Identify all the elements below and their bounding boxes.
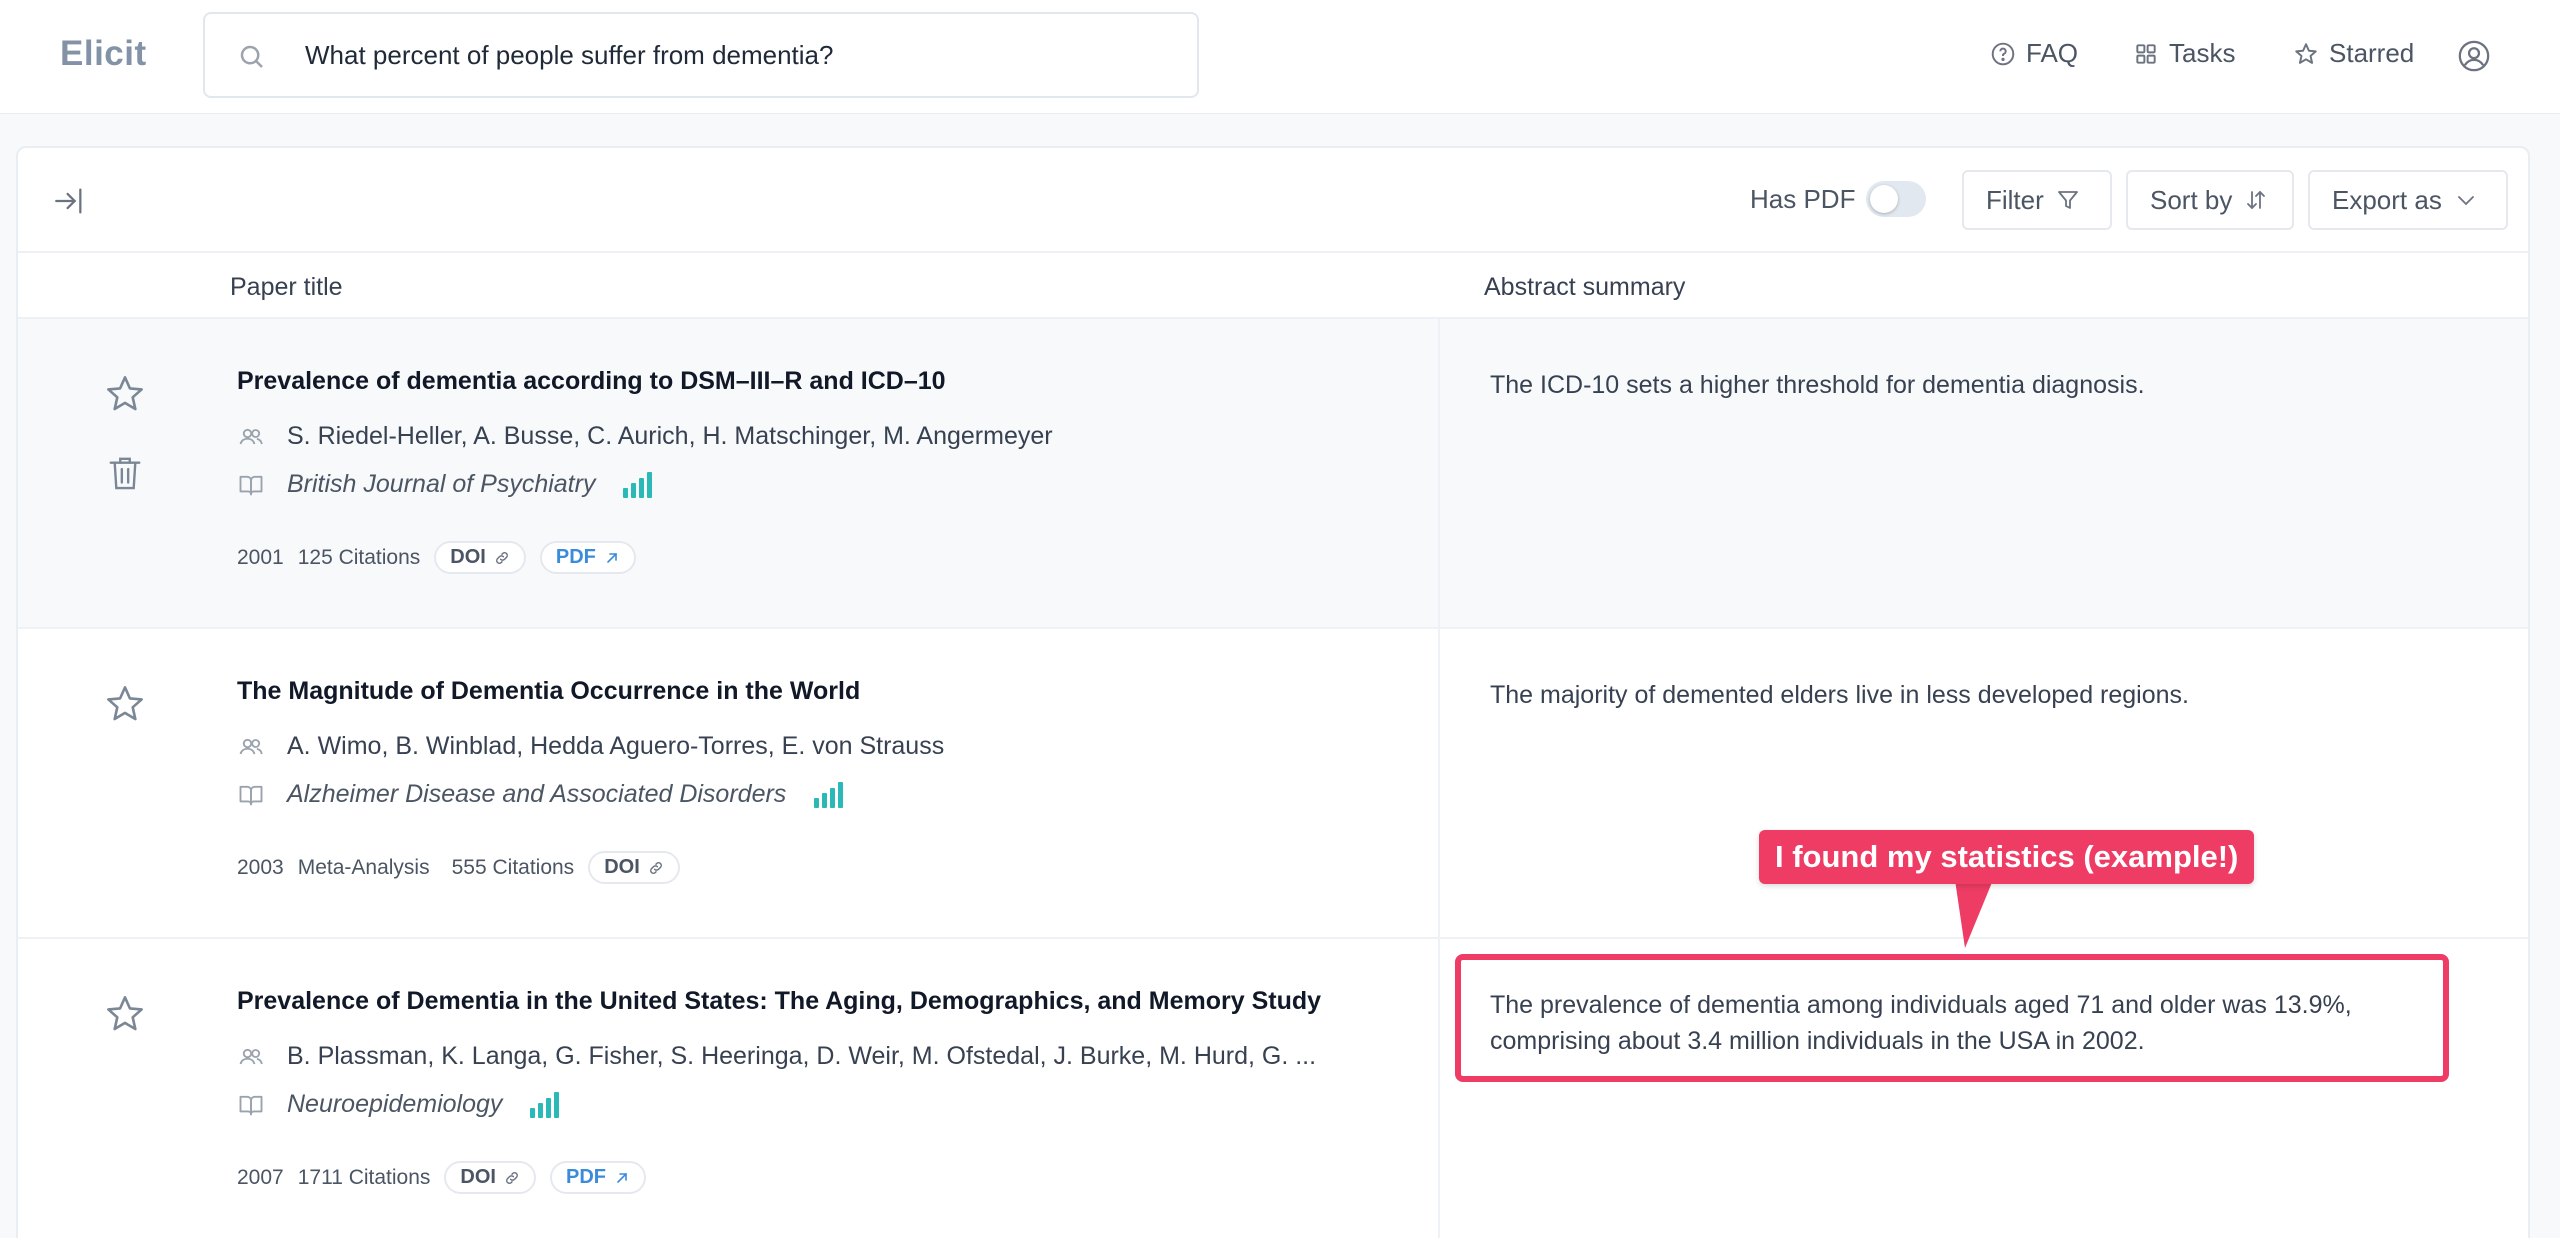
link-icon: [506, 1171, 518, 1184]
paper-title[interactable]: Prevalence of Dementia in the United Sta…: [237, 987, 1321, 1016]
column-header-abstract[interactable]: Abstract summary: [1484, 273, 1685, 302]
nav-tasks[interactable]: Tasks: [2133, 38, 2235, 69]
book-icon: [239, 1095, 263, 1115]
has-pdf-label: Has PDF: [1750, 184, 1856, 214]
journal-quality-icon: [814, 781, 844, 808]
sort-arrows-icon: [2247, 190, 2266, 210]
app-logo[interactable]: Elicit: [60, 34, 147, 74]
top-bar: Elicit What percent of people suffer fro…: [0, 0, 2560, 114]
paper-title[interactable]: Prevalence of dementia according to DSM–…: [237, 367, 946, 396]
paper-study-type: Meta-Analysis: [297, 855, 430, 879]
paper-authors: B. Plassman, K. Langa, G. Fisher, S. Hee…: [237, 1042, 1316, 1071]
star-icon: [2295, 42, 2317, 64]
filter-button[interactable]: Filter: [1962, 170, 2112, 230]
paper-authors-text: A. Wimo, B. Winblad, Hedda Aguero-Torres…: [287, 732, 945, 760]
nav-tasks-label: Tasks: [2169, 38, 2236, 68]
nav-faq-label: FAQ: [2026, 38, 2079, 68]
nav-starred[interactable]: Starred: [2293, 38, 2414, 69]
book-icon: [239, 475, 263, 495]
paper-journal-name: British Journal of Psychiatry: [287, 470, 596, 498]
star-icon[interactable]: [104, 993, 146, 1035]
star-icon[interactable]: [104, 683, 146, 725]
has-pdf-toggle[interactable]: [1866, 181, 1926, 217]
users-icon: [239, 1048, 263, 1064]
paper-journal: British Journal of Psychiatry: [237, 470, 653, 499]
table-row[interactable]: The Magnitude of Dementia Occurrence in …: [18, 629, 2528, 939]
doi-link[interactable]: DOI: [434, 541, 526, 574]
paper-authors-text: B. Plassman, K. Langa, G. Fisher, S. Hee…: [287, 1042, 1317, 1070]
column-divider: [1438, 319, 1440, 627]
journal-quality-icon: [530, 1091, 560, 1118]
column-header-title[interactable]: Paper title: [230, 273, 343, 302]
table-row[interactable]: Prevalence of dementia according to DSM–…: [18, 319, 2528, 629]
column-headers: Paper title Abstract summary: [18, 253, 2528, 319]
help-circle-icon: [1991, 42, 2015, 65]
pdf-label: PDF: [555, 546, 596, 568]
paper-year: 2007: [237, 1165, 284, 1189]
star-icon[interactable]: [104, 373, 146, 415]
paper-citations: 125 Citations: [297, 545, 421, 569]
paper-authors: A. Wimo, B. Winblad, Hedda Aguero-Torres…: [237, 732, 944, 761]
abstract-summary: The majority of demented elders live in …: [1490, 681, 2189, 709]
annotation-callout: I found my statistics (example!): [1759, 830, 2255, 884]
doi-link[interactable]: DOI: [588, 851, 680, 884]
abstract-summary: The ICD-10 sets a higher threshold for d…: [1490, 371, 2145, 399]
paper-journal: Neuroepidemiology: [237, 1090, 560, 1119]
paper-citations: 1711 Citations: [297, 1165, 431, 1189]
sort-label: Sort by: [2150, 184, 2233, 215]
nav-starred-label: Starred: [2329, 38, 2415, 68]
doi-label: DOI: [604, 856, 640, 878]
users-icon: [239, 738, 263, 754]
book-icon: [239, 785, 263, 805]
paper-title[interactable]: The Magnitude of Dementia Occurrence in …: [237, 677, 860, 706]
callout-pointer: [1955, 880, 1993, 948]
paper-citations: 555 Citations: [451, 855, 575, 879]
paper-authors-text: S. Riedel-Heller, A. Busse, C. Aurich, H…: [287, 422, 1053, 450]
filter-label: Filter: [1986, 184, 2044, 215]
journal-quality-icon: [623, 471, 653, 498]
pdf-label: PDF: [565, 1166, 606, 1188]
column-divider: [1438, 939, 1440, 1238]
external-arrow-icon: [617, 1172, 627, 1183]
paper-meta: 2007 1711 Citations DOI PDF: [237, 1161, 646, 1194]
trash-icon[interactable]: [106, 453, 144, 493]
external-arrow-icon: [607, 552, 617, 563]
account-icon[interactable]: [2457, 39, 2491, 73]
table-row[interactable]: Prevalence of Dementia in the United Sta…: [18, 939, 2528, 1238]
paper-meta: 2003 Meta-Analysis 555 Citations DOI: [237, 851, 680, 884]
link-icon: [495, 551, 508, 564]
doi-link[interactable]: DOI: [444, 1161, 536, 1194]
export-button[interactable]: Export as: [2308, 170, 2508, 230]
paper-journal: Alzheimer Disease and Associated Disorde…: [237, 780, 844, 809]
nav-faq[interactable]: FAQ: [1990, 38, 2078, 69]
filter-icon: [2057, 191, 2078, 209]
export-label: Export as: [2332, 184, 2442, 215]
collapse-sidebar-icon[interactable]: [52, 184, 86, 218]
search-icon: [240, 45, 263, 68]
pdf-link[interactable]: PDF: [549, 1161, 646, 1194]
results-toolbar: Has PDF Filter Sort by Export as: [18, 148, 2528, 253]
toggle-knob: [1870, 185, 1898, 213]
sort-button[interactable]: Sort by: [2126, 170, 2294, 230]
paper-journal-name: Alzheimer Disease and Associated Disorde…: [287, 780, 787, 808]
pdf-link[interactable]: PDF: [539, 541, 636, 574]
paper-meta: 2001 125 Citations DOI PDF: [237, 541, 636, 574]
results-panel: Has PDF Filter Sort by Export as Paper t…: [16, 146, 2530, 1238]
paper-year: 2001: [237, 545, 284, 569]
chevron-down-icon: [2457, 196, 2474, 206]
paper-year: 2003: [237, 855, 284, 879]
doi-label: DOI: [460, 1166, 496, 1188]
link-icon: [649, 861, 662, 874]
column-divider: [1438, 629, 1440, 937]
doi-label: DOI: [450, 546, 486, 568]
grid-icon: [2136, 43, 2156, 64]
users-icon: [239, 428, 263, 444]
paper-authors: S. Riedel-Heller, A. Busse, C. Aurich, H…: [237, 422, 1053, 451]
search-query[interactable]: What percent of people suffer from demen…: [305, 40, 833, 71]
abstract-summary: The prevalence of dementia among individ…: [1490, 991, 2352, 1055]
search-input[interactable]: What percent of people suffer from demen…: [203, 12, 1199, 98]
paper-journal-name: Neuroepidemiology: [287, 1090, 503, 1118]
